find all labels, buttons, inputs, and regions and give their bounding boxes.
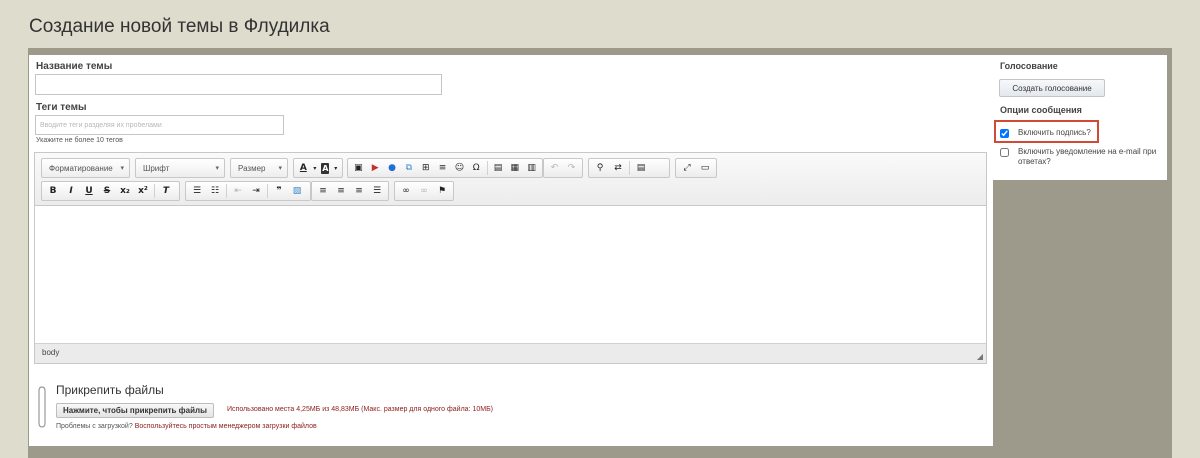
signature-label: Включить подпись? xyxy=(1018,128,1091,137)
paste-text-icon[interactable]: ▤ xyxy=(492,161,505,175)
resize-handle-icon[interactable]: ◢ xyxy=(977,352,983,361)
toolbar-separator xyxy=(154,184,155,198)
toolbar-separator xyxy=(486,161,488,175)
find-group: ⚲ ⇄ ▤ xyxy=(588,158,670,178)
youtube-icon[interactable]: ▶ xyxy=(369,161,382,175)
format-dropdown-label: Форматирование xyxy=(49,163,113,173)
signature-checkbox[interactable] xyxy=(1000,129,1009,138)
align-group: ≡ ≡ ≡ ☰ xyxy=(311,181,389,201)
chevron-down-icon: ▾ xyxy=(215,165,219,172)
size-dropdown-label: Размер xyxy=(238,163,266,173)
underline-icon[interactable]: U xyxy=(82,184,96,198)
smiley-icon[interactable]: ☺ xyxy=(453,161,466,175)
redo-icon[interactable]: ↷ xyxy=(565,161,578,175)
view-group: ⤢ ▭ xyxy=(675,158,717,178)
notify-label: Включить уведомление на e-mail при ответ… xyxy=(1018,147,1157,166)
paste-word-icon[interactable]: ▦ xyxy=(508,161,521,175)
editor-status-bar: body ◢ xyxy=(35,343,986,363)
tags-label: Теги темы xyxy=(36,102,87,113)
insert-group: ▣ ▶ ● ⧉ ⊞ ≡ ☺ Ω ▤ ▦ ▥ xyxy=(347,158,543,178)
simple-uploader-link[interactable]: Воспользуйтесь простым менеджером загруз… xyxy=(135,423,317,430)
media-icon[interactable]: ● xyxy=(386,161,399,175)
storage-usage-text: Использовано места 4,25МБ из 48,83МБ (Ма… xyxy=(227,406,493,413)
chevron-down-icon: ▾ xyxy=(120,165,124,172)
page-title: Создание новой темы в Флудилка xyxy=(29,16,330,37)
text-color-icon[interactable]: A xyxy=(298,161,309,175)
undo-group: ↶ ↷ xyxy=(543,158,583,178)
topic-name-label: Название темы xyxy=(36,61,113,72)
list-group: ☰ ☷ ⇤ ⇥ ❞ ▧ xyxy=(185,181,311,201)
basic-style-group: B I U S x₂ x² T xyxy=(41,181,180,201)
anchor-flag-icon[interactable]: ⚑ xyxy=(435,184,449,198)
notify-checkbox[interactable] xyxy=(1000,148,1009,157)
editor-content-area[interactable] xyxy=(35,206,986,343)
outdent-icon[interactable]: ⇤ xyxy=(231,184,245,198)
superscript-icon[interactable]: x² xyxy=(136,184,150,198)
toolbar-separator xyxy=(629,161,630,175)
align-right-icon[interactable]: ≡ xyxy=(352,184,366,198)
notify-option[interactable]: Включить уведомление на e-mail при ответ… xyxy=(1000,147,1160,167)
bulleted-list-icon[interactable]: ☷ xyxy=(208,184,222,198)
chevron-down-icon: ▾ xyxy=(278,165,282,172)
table-icon[interactable]: ⊞ xyxy=(419,161,432,175)
remove-format-icon[interactable]: T xyxy=(159,184,173,198)
topic-name-input[interactable] xyxy=(35,74,442,95)
show-blocks-icon[interactable]: ▭ xyxy=(698,161,712,175)
subscript-icon[interactable]: x₂ xyxy=(118,184,132,198)
bold-icon[interactable]: B xyxy=(46,184,60,198)
indent-icon[interactable]: ⇥ xyxy=(249,184,263,198)
chevron-down-icon[interactable]: ▾ xyxy=(333,161,338,175)
strikethrough-icon[interactable]: S xyxy=(100,184,114,198)
attach-files-title: Прикрепить файлы xyxy=(56,383,164,397)
maximize-icon[interactable]: ⤢ xyxy=(680,161,694,175)
link-group: ∞ ∞ ⚑ xyxy=(394,181,454,201)
signature-option[interactable]: Включить подпись? xyxy=(1000,128,1091,138)
create-poll-button[interactable]: Создать голосование xyxy=(999,79,1105,97)
find-icon[interactable]: ⚲ xyxy=(593,161,607,175)
color-group: A ▾ A ▾ xyxy=(293,158,343,178)
paste-code-icon[interactable]: ▥ xyxy=(525,161,538,175)
special-char-icon[interactable]: Ω xyxy=(470,161,483,175)
spoiler-icon[interactable]: ▧ xyxy=(290,184,304,198)
align-center-icon[interactable]: ≡ xyxy=(334,184,348,198)
poll-heading: Голосование xyxy=(1000,61,1058,71)
size-dropdown[interactable]: Размер ▾ xyxy=(230,158,288,178)
align-left-icon[interactable]: ≡ xyxy=(316,184,330,198)
image-icon[interactable]: ▣ xyxy=(352,161,365,175)
background-color-icon[interactable]: A xyxy=(321,162,330,174)
toolbar-separator xyxy=(267,184,268,198)
new-topic-form: Название темы Теги темы Укажите не более… xyxy=(29,55,993,446)
source-icon[interactable]: ▤ xyxy=(634,161,648,175)
replace-icon[interactable]: ⇄ xyxy=(611,161,625,175)
format-dropdown[interactable]: Форматирование ▾ xyxy=(41,158,130,178)
font-dropdown-label: Шрифт xyxy=(143,163,170,173)
upload-problems: Проблемы с загрузкой? Воспользуйтесь про… xyxy=(56,423,317,430)
toolbar-separator xyxy=(226,184,227,198)
tags-hint: Укажите не более 10 тегов xyxy=(36,137,123,144)
align-justify-icon[interactable]: ☰ xyxy=(370,184,384,198)
attach-files-button[interactable]: Нажмите, чтобы прикрепить файлы xyxy=(56,403,214,418)
tags-input[interactable] xyxy=(35,115,284,135)
message-options-heading: Опции сообщения xyxy=(1000,105,1082,115)
blockquote-icon[interactable]: ❞ xyxy=(272,184,286,198)
font-dropdown[interactable]: Шрифт ▾ xyxy=(135,158,225,178)
undo-icon[interactable]: ↶ xyxy=(548,161,561,175)
editor-toolbar: Форматирование ▾ Шрифт ▾ Размер ▾ A ▾ A ▾ … xyxy=(35,153,986,206)
paste-icon[interactable]: ⧉ xyxy=(402,161,415,175)
element-path[interactable]: body xyxy=(42,348,59,357)
numbered-list-icon[interactable]: ☰ xyxy=(190,184,204,198)
link-icon[interactable]: ∞ xyxy=(399,184,413,198)
unlink-icon[interactable]: ∞ xyxy=(417,184,431,198)
rich-text-editor: Форматирование ▾ Шрифт ▾ Размер ▾ A ▾ A ▾ … xyxy=(34,152,987,364)
chevron-down-icon[interactable]: ▾ xyxy=(313,161,318,175)
italic-icon[interactable]: I xyxy=(64,184,78,198)
paperclip-icon xyxy=(36,385,48,434)
upload-problems-text: Проблемы с загрузкой? xyxy=(56,423,133,430)
horizontal-rule-icon[interactable]: ≡ xyxy=(436,161,449,175)
